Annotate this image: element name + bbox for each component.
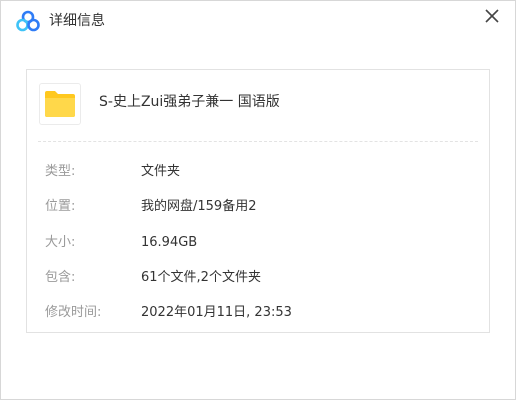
dialog-title: 详细信息: [49, 13, 105, 29]
folder-icon: [45, 91, 75, 117]
type-label: 类型:: [45, 164, 76, 179]
size-label: 大小:: [45, 235, 76, 250]
title-bar: 详细信息: [1, 1, 515, 41]
details-card: S-史上Zui强弟子兼一 国语版 类型: 文件夹 位置: 我的网盘/159备用2…: [26, 69, 490, 333]
contains-value: 61个文件,2个文件夹: [141, 270, 261, 285]
info-row-contains: 包含: 61个文件,2个文件夹: [27, 267, 489, 289]
modified-time-value: 2022年01月11日, 23:53: [141, 305, 292, 320]
file-thumbnail: [39, 83, 81, 125]
size-value: 16.94GB: [141, 235, 198, 250]
info-row-type: 类型: 文件夹: [27, 161, 489, 183]
close-button[interactable]: [481, 5, 503, 27]
baidu-netdisk-logo-icon: [16, 10, 40, 32]
location-label: 位置:: [45, 199, 76, 214]
close-icon: [485, 9, 499, 23]
info-row-location: 位置: 我的网盘/159备用2: [27, 196, 489, 218]
info-row-modified: 修改时间: 2022年01月11日, 23:53: [27, 302, 489, 324]
location-value: 我的网盘/159备用2: [141, 199, 257, 214]
type-value: 文件夹: [141, 164, 181, 179]
file-name: S-史上Zui强弟子兼一 国语版: [99, 94, 280, 110]
file-header: S-史上Zui强弟子兼一 国语版: [27, 70, 489, 140]
divider: [38, 141, 478, 142]
info-row-size: 大小: 16.94GB: [27, 232, 489, 254]
details-dialog: 详细信息 S-史上Zui强弟子兼一 国语版 类型: 文件夹 位置: 我的网盘/1…: [0, 0, 516, 400]
contains-label: 包含:: [45, 270, 76, 285]
modified-time-label: 修改时间:: [45, 305, 102, 320]
